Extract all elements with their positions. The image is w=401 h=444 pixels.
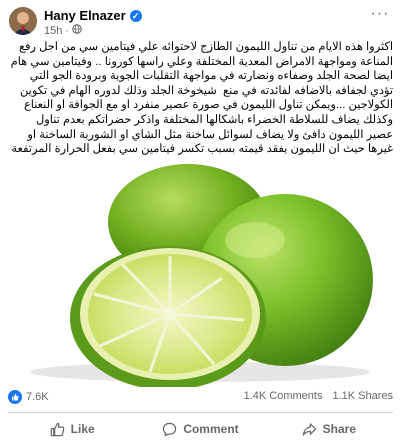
- avatar[interactable]: [9, 7, 37, 35]
- like-reaction-icon: [8, 390, 22, 404]
- facebook-post: Hany Elnazer ✓ 15h · ··· اكثروا هذه الاي…: [0, 0, 401, 444]
- comment-icon: [162, 422, 177, 437]
- share-label: Share: [322, 422, 356, 436]
- author-name[interactable]: Hany Elnazer ✓: [44, 8, 142, 23]
- divider: [8, 412, 393, 413]
- globe-icon: [72, 24, 82, 37]
- post-header: Hany Elnazer ✓ 15h · ···: [0, 0, 401, 40]
- engagement-counts: 1.4K Comments 1.1K Shares: [244, 390, 393, 402]
- reactions-bar: 7.6K 1.4K Comments 1.1K Shares: [8, 390, 393, 408]
- post-text: اكثروا هذه الايام من تناول الليمون الطاز…: [7, 41, 393, 156]
- thumbs-up-icon: [50, 422, 65, 437]
- reaction-summary[interactable]: 7.6K: [8, 390, 49, 404]
- comment-label: Comment: [183, 422, 239, 436]
- meta-separator: ·: [65, 24, 70, 37]
- shares-count[interactable]: 1.1K Shares: [332, 390, 393, 402]
- verified-badge-icon: ✓: [129, 9, 142, 22]
- reaction-count: 7.6K: [26, 391, 49, 403]
- more-options-icon[interactable]: ···: [368, 6, 392, 27]
- comments-count[interactable]: 1.4K Comments: [244, 390, 323, 402]
- share-button[interactable]: Share: [265, 415, 393, 443]
- like-button[interactable]: Like: [8, 415, 136, 443]
- post-time[interactable]: 15h: [44, 25, 62, 37]
- like-label: Like: [70, 422, 95, 436]
- post-actions: Like Comment Share: [8, 415, 393, 443]
- comment-button[interactable]: Comment: [136, 415, 264, 443]
- post-image-limes[interactable]: [0, 160, 401, 387]
- share-arrow-icon: [302, 422, 317, 437]
- post-meta: 15h ·: [44, 24, 82, 37]
- author-name-text[interactable]: Hany Elnazer: [44, 8, 126, 23]
